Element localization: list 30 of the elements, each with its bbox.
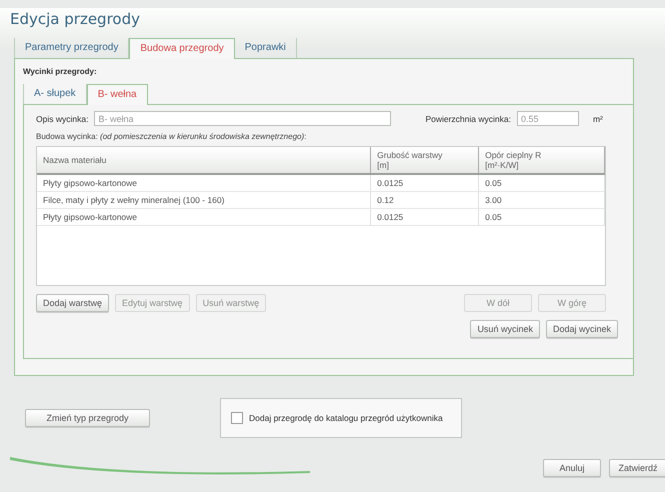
table-cell: Płyty gipsowo-kartonowe: [37, 208, 371, 226]
unit-label: m²: [592, 114, 603, 124]
table-cell: 0.0125: [370, 208, 479, 226]
caption-text: Budowa wycinka: (od pomieszczenia w kierunku środowiska zewnętrznego):: [36, 132, 308, 141]
segment-button[interactable]: Dodaj wycinek: [546, 320, 618, 338]
area-field[interactable]: 0.55: [516, 111, 579, 126]
field-label: Powierzchnia wycinka:: [425, 114, 511, 124]
section-label: Wycinki przegrody:: [23, 67, 98, 76]
description-field[interactable]: B- wełna: [94, 111, 392, 126]
layer-button[interactable]: Dodaj warstwę: [36, 294, 110, 312]
table-cell: Filce, maty i płyty z wełny mineralnej (100 - 160): [37, 192, 371, 208]
dialog-button[interactable]: Zatwierdź: [609, 459, 665, 477]
tab[interactable]: Budowa przegrody: [129, 38, 235, 59]
table-cell: 0.12: [370, 192, 479, 208]
column-header: Nazwa materiału: [37, 147, 371, 174]
table-cell: 0.05: [478, 174, 604, 192]
field-label: Opis wycinka:: [36, 114, 88, 124]
checkbox[interactable]: [231, 412, 243, 424]
window-title: Edycja przegrody: [10, 10, 141, 28]
table-cell: 0.0125: [370, 174, 479, 192]
table-cell: 0.05: [478, 208, 604, 226]
checkbox-label: Dodaj przegrodę do katalogu przegród użytkownika: [249, 413, 443, 423]
column-header: Opór cieplny R [m²·K/W]: [478, 147, 604, 174]
change-type-button[interactable]: Zmień typ przegrody: [25, 409, 150, 427]
table-cell: 3.00: [478, 192, 604, 208]
segment-button[interactable]: Usuń wycinek: [470, 320, 540, 338]
table-cell: Płyty gipsowo-kartonowe: [37, 174, 371, 192]
column-header: Grubość warstwy [m]: [370, 147, 479, 174]
segment-tab[interactable]: B- wełna: [86, 84, 148, 105]
dialog-button[interactable]: Anuluj: [543, 459, 601, 477]
